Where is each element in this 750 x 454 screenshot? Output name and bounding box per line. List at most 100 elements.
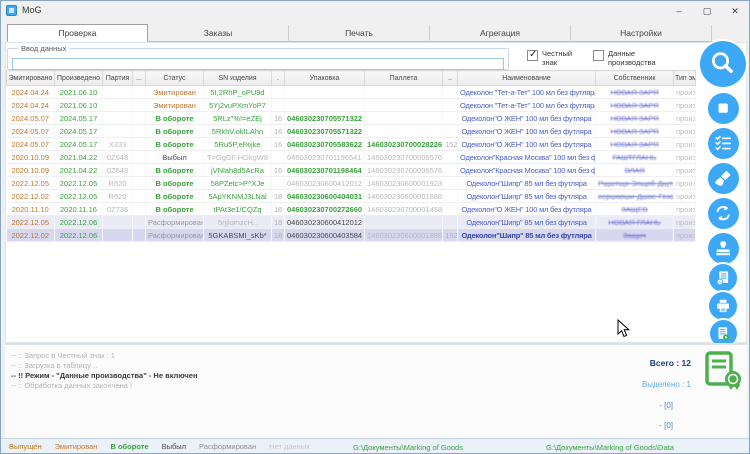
cell: 192 [443,229,458,242]
stop-button[interactable] [708,93,739,124]
close-button[interactable]: ✕ [721,1,749,21]
broom-button[interactable] [708,163,739,194]
cell: произво... [674,164,696,177]
table-row[interactable]: 2022.12.022022.12.05R620В обороте5ApYKNM… [7,190,696,203]
search-button[interactable] [700,41,746,87]
maximize-button[interactable]: ▢ [693,1,721,21]
column-header[interactable]: Собственник [596,71,674,86]
table-row[interactable]: 2022.12.022022.12.06Расформирован5GKABSM… [7,229,696,242]
column-header[interactable]: Наименование [458,71,596,86]
table-row[interactable]: 2024.05.072024.05.17В обороте5RLz"%!=eZE… [7,112,696,125]
table-row[interactable]: 2020.10.092021.04.220Z648ВыбылT>GgGF.HGk… [7,151,696,164]
cell: Эмитирован [146,86,204,99]
cell: НОВАЯ ГЛАНЬ [596,216,674,229]
table-row[interactable]: 2022.12.052022.12.06Расформирован5rjjlom… [7,216,696,229]
tab-Агрегация[interactable]: Агрегация [430,25,571,42]
column-header[interactable]: ... [133,71,146,86]
cell: 2024.04.24 [7,86,55,99]
cell [133,203,146,216]
cell: 18 [272,216,285,229]
stamp-icon [712,237,734,259]
column-header[interactable]: SN изделия [204,71,272,86]
cell: Одеколон "Тет-а-Тет" 100 мл без футляра [458,86,596,99]
column-header[interactable]: Тип эмиссии [674,71,696,86]
cell: 046030230700272660 [285,203,365,216]
tab-Заказы[interactable]: Заказы [148,25,289,42]
cell: 0Z648 [103,164,133,177]
cell: ЗАЩЕВ [596,203,674,216]
broom-icon [712,167,734,189]
table-row[interactable]: 2024.05.072024.05.17X333В обороте5Ru5P,e… [7,138,696,151]
tab-strip: ПроверкаЗаказыПечатьАгрегацияНастройки [7,24,713,42]
cell: 152 [443,138,458,151]
column-header[interactable]: Паллета [365,71,443,86]
table-row[interactable]: 2020.10.092021.04.220Z648В оборотеjVNlah… [7,164,696,177]
table-row[interactable]: 2024.05.072024.05.17В обороте5RkhV.okILA… [7,125,696,138]
cell: 146030230600001886 [365,229,443,242]
minimize-button[interactable]: – [665,1,693,21]
legend-item: В обороте [110,442,148,451]
cell [133,177,146,190]
column-header[interactable]: Статус [146,71,204,86]
production-data-checkbox[interactable]: Данные производства [593,50,678,67]
cell: 046030230701196541 [285,151,365,164]
cell [103,125,133,138]
certificate-icon [703,351,743,393]
cell: 18 [272,190,285,203]
printer-button[interactable] [709,292,737,320]
column-header[interactable]: Упаковка [285,71,365,86]
cell: 2020.10.09 [7,164,55,177]
table-row[interactable]: 2024.04.242021.06.10Эмитирован5I,2RhP_oP… [7,86,696,99]
cell: R620 [103,177,133,190]
printer-icon [713,296,733,316]
cell: произво... [674,177,696,190]
stamp-button[interactable] [708,233,739,264]
tab-Проверка[interactable]: Проверка [7,24,148,42]
cell [103,112,133,125]
cell: 5ApYKNMJ3LNal [204,190,272,203]
data-entry-label: Ввод данных [18,44,69,53]
checkbox-checked-icon[interactable] [527,50,538,61]
cell [272,151,285,164]
cell: 2024.05.17 [55,112,103,125]
honest-sign-checkbox[interactable]: Честный знак [527,50,588,67]
cell [133,125,146,138]
cell: Выбыл [146,151,204,164]
cell: 2021.06.10 [55,99,103,112]
cell: Одеколон"Шипр" 85 мл без футляра [458,177,596,190]
cell: 2022.12.05 [55,190,103,203]
cell: произво... [674,203,696,216]
refresh-button[interactable] [708,198,739,229]
table-row[interactable]: 2024.04.242021.06.10Эмитирован5Yj2vuPXmY… [7,99,696,112]
cell: 18 [272,229,285,242]
cell: 046030230600404031 [285,190,365,203]
column-header[interactable]: . [272,71,285,86]
cell: ЭЛАЯ [596,164,674,177]
tab-Печать[interactable]: Печать [289,25,430,42]
column-header[interactable]: Произведено [55,71,103,86]
cell: Одеколон"Шипр" 85 мл без футляра [458,190,596,203]
cell: произво... [674,216,696,229]
column-header[interactable]: Эмитировано [7,71,55,86]
legend-item: Эмитирован [55,442,98,451]
cell: 5GKABSMI_sKb* [204,229,272,242]
table-row[interactable]: 2020.11.102020.11.160Z736В оборотеtPAt3e… [7,203,696,216]
cell [103,216,133,229]
cell: 16 [272,203,285,216]
column-header[interactable]: Партия [103,71,133,86]
data-entry-input[interactable] [12,58,504,70]
report-button[interactable] [709,264,737,292]
table-row[interactable]: 2022.12.052022.12.05R620В обороте58PZetc… [7,177,696,190]
cell: Одеколон"О ЖЕН" 100 мл без футляра [458,138,596,151]
tab-Настройки[interactable]: Настройки [571,25,712,42]
column-header[interactable]: .. [443,71,458,86]
cell: 5RkhV.okILAhn [204,125,272,138]
checklist-icon [712,132,734,154]
cell: 2022.12.05 [7,216,55,229]
checkbox-unchecked-icon[interactable] [593,50,604,61]
cell [365,99,443,112]
cell [272,86,285,99]
cell: 146030230700001458 [365,203,443,216]
honest-sign-label: Честный знак [542,50,588,67]
checklist-button[interactable] [708,128,739,159]
